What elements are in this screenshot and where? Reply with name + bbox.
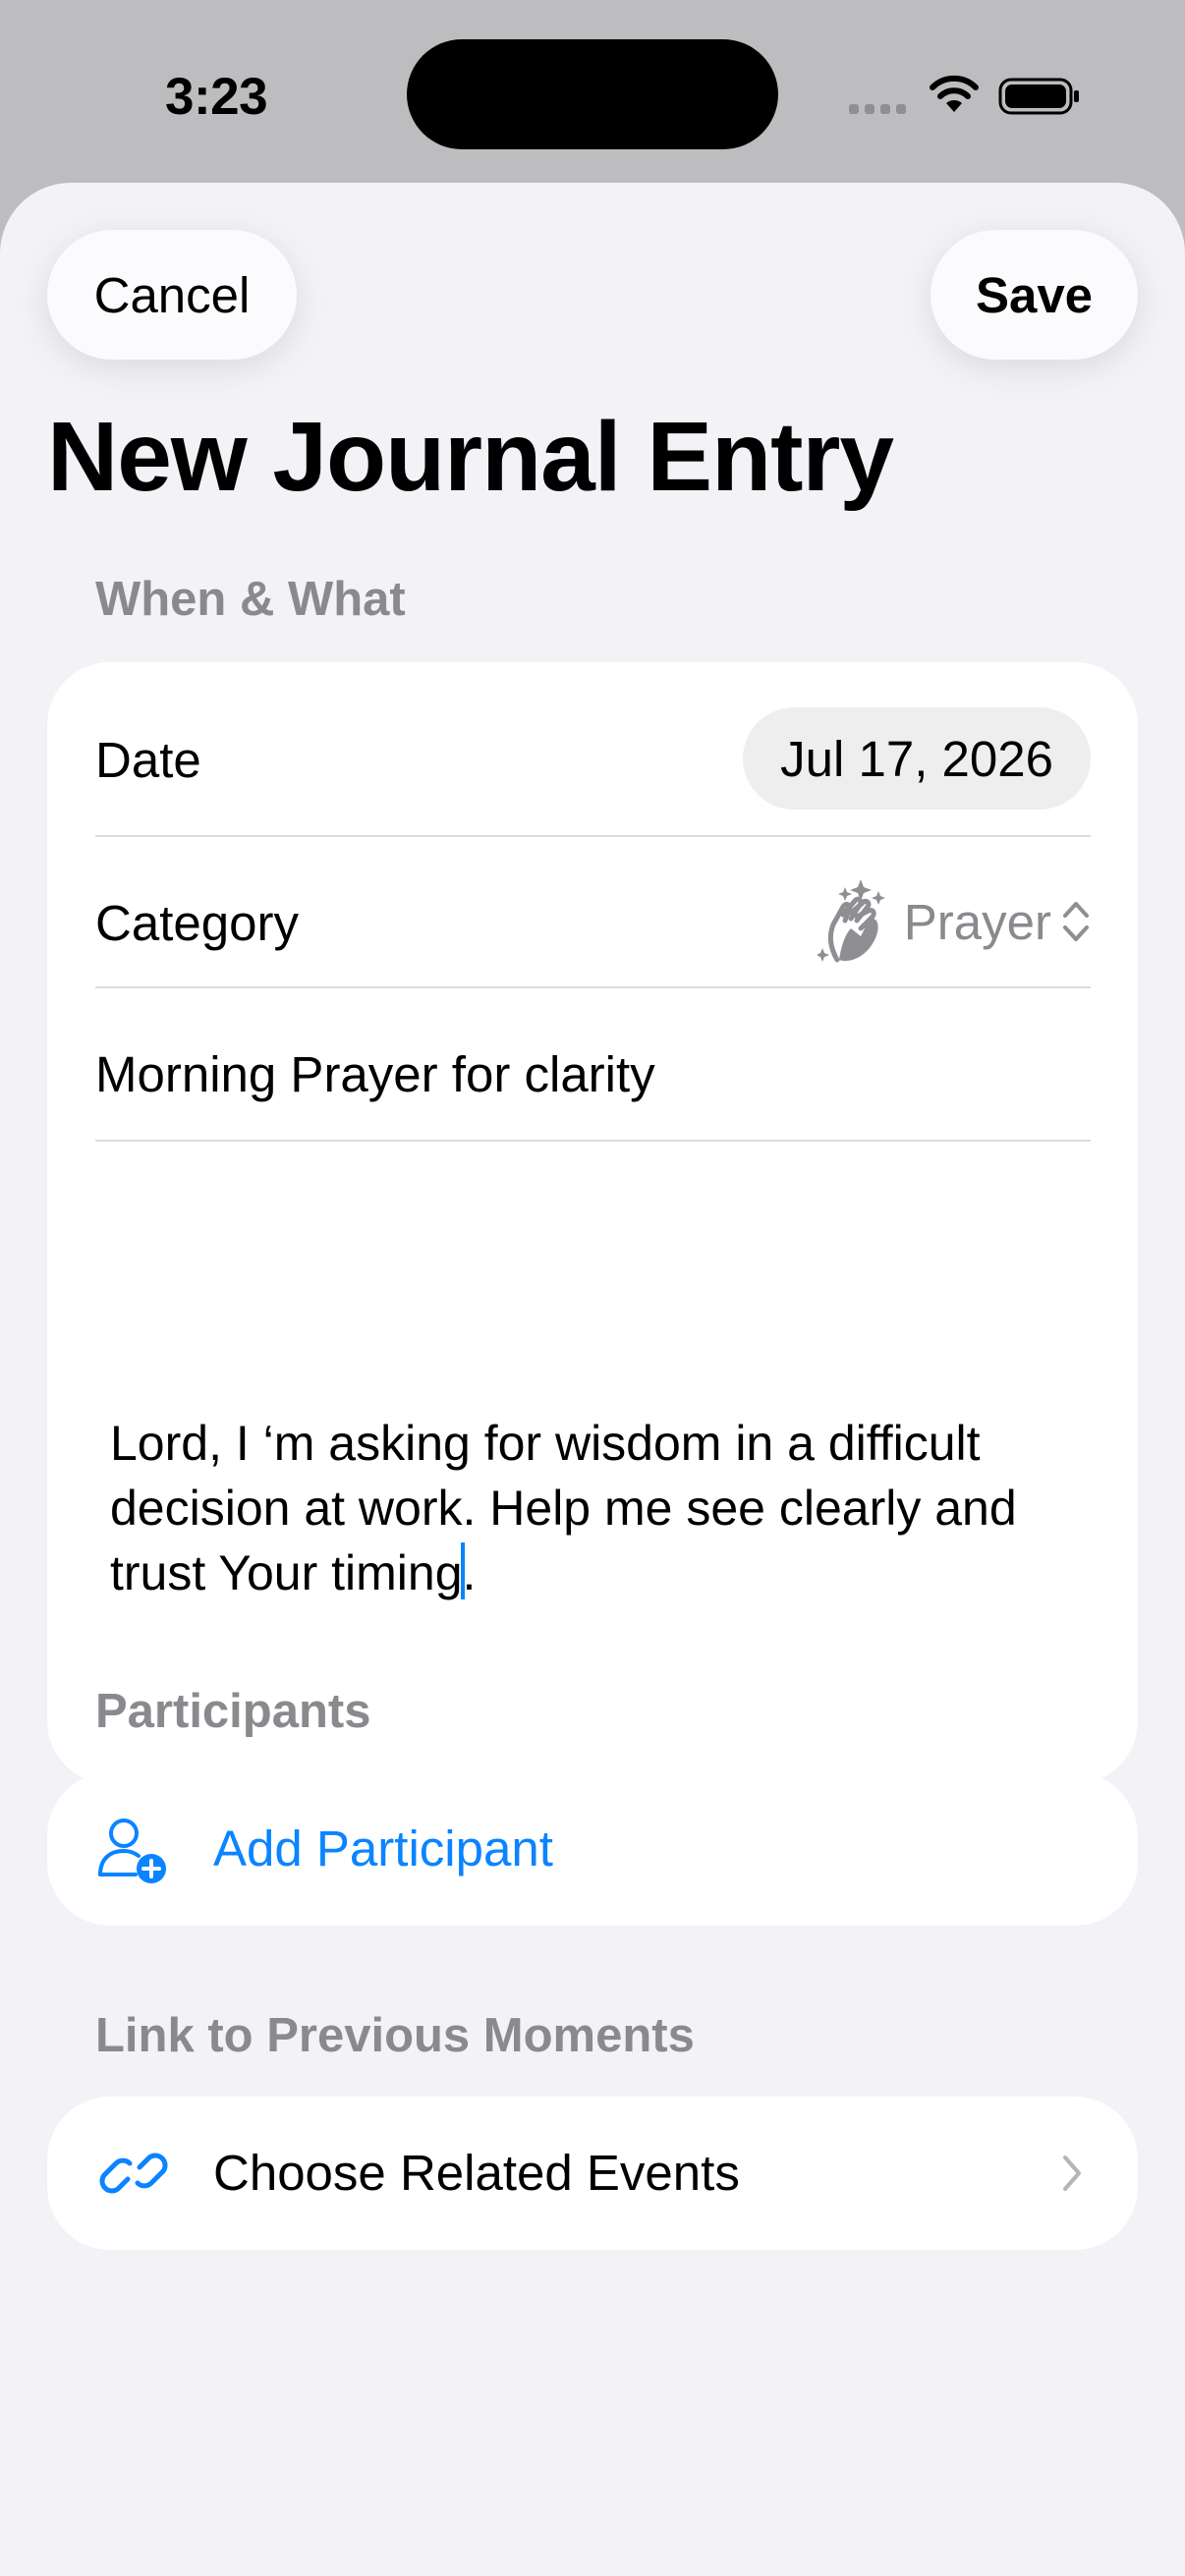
screen: 3:23 Cancel Save New Journal Entry When … [0, 0, 1185, 2576]
add-participant-label: Add Participant [213, 1820, 553, 1876]
choose-related-events-label: Choose Related Events [213, 2145, 740, 2201]
chevron-right-icon [1063, 2156, 1081, 2191]
section-header-when-what: When & What [95, 573, 406, 626]
battery-icon [998, 78, 1079, 115]
person-add-icon [98, 1819, 166, 1883]
entry-title-field[interactable]: Morning Prayer for clarity [95, 1045, 655, 1103]
new-entry-sheet: Cancel Save New Journal Entry When & Wha… [0, 183, 1185, 2576]
category-value: Prayer [903, 893, 1051, 950]
divider [95, 1140, 1091, 1142]
date-label: Date [95, 732, 201, 788]
save-button[interactable]: Save [931, 230, 1138, 360]
category-label: Category [95, 895, 299, 951]
section-header-participants: Participants [95, 1685, 371, 1738]
status-time: 3:23 [165, 68, 268, 126]
entry-body-text: Lord, I ‘m asking for wisdom in a diffic… [110, 1416, 1017, 1600]
add-participant-button[interactable]: Add Participant [47, 1772, 1138, 1926]
cellular-signal-icon [849, 104, 906, 114]
dynamic-island [407, 39, 778, 149]
wifi-icon [930, 75, 979, 112]
cancel-button[interactable]: Cancel [47, 230, 297, 360]
choose-related-events-button[interactable]: Choose Related Events [47, 2097, 1138, 2250]
divider [95, 835, 1091, 837]
date-picker[interactable]: Jul 17, 2026 [743, 707, 1091, 810]
entry-body-textarea[interactable]: Lord, I ‘m asking for wisdom in a diffic… [110, 1411, 1083, 1605]
entry-body-text-end: . [462, 1545, 477, 1600]
section-header-link: Link to Previous Moments [95, 2009, 695, 2062]
when-what-card: Date Jul 17, 2026 Category Prayer Mornin… [47, 662, 1138, 1784]
category-picker[interactable]: Prayer [817, 870, 1091, 973]
divider [95, 986, 1091, 988]
page-title: New Journal Entry [47, 402, 894, 512]
praying-hands-sparkles-icon [817, 879, 885, 963]
chevron-up-down-icon [1063, 902, 1089, 941]
link-icon [99, 2153, 168, 2194]
